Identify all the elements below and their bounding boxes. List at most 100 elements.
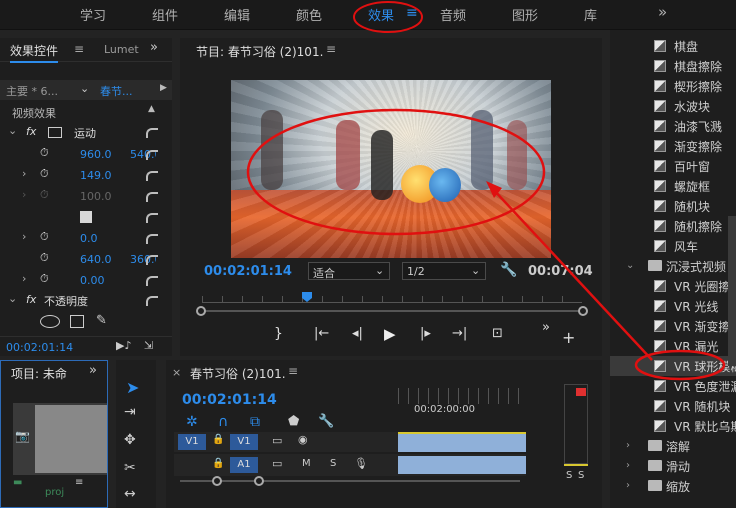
collapse-icon[interactable]: ▲ <box>148 104 155 114</box>
effect-item[interactable]: VR 漏光 <box>610 336 736 356</box>
slip-tool-icon[interactable]: ↔ <box>124 486 136 502</box>
stopwatch-icon[interactable]: ⏱ <box>40 272 49 286</box>
play-only-audio-icon[interactable]: ▶♪ <box>116 339 131 352</box>
expand-icon[interactable]: » <box>150 40 158 55</box>
workspace-tab-effects[interactable]: 效果 <box>368 5 394 24</box>
workspace-tab-audio[interactable]: 音频 <box>440 5 466 24</box>
reset-icon[interactable] <box>146 213 158 223</box>
antiflicker-value[interactable]: 0.00 <box>80 274 105 287</box>
stopwatch-icon[interactable]: ⏱ <box>40 146 49 160</box>
more-workspaces-icon[interactable]: » <box>658 3 667 21</box>
uniform-scale-checkbox[interactable] <box>80 211 92 223</box>
effect-item[interactable]: 百叶窗 <box>610 156 736 176</box>
project-title[interactable]: 项目: 未命 <box>11 365 67 382</box>
reset-icon[interactable] <box>146 192 158 202</box>
add-button-icon[interactable]: + <box>562 328 575 347</box>
a1-track-target[interactable]: A1 <box>230 457 258 473</box>
transform-box-icon[interactable] <box>48 127 62 138</box>
track-select-tool-icon[interactable]: ⇥ <box>124 404 136 420</box>
expand-chevron-icon[interactable]: ⌄ <box>8 292 17 305</box>
reset-icon[interactable] <box>146 171 158 181</box>
panel-menu-icon[interactable]: ≡ <box>288 364 298 378</box>
fx-icon[interactable]: fx <box>26 125 36 138</box>
timeline-zoom-bar[interactable] <box>176 476 526 486</box>
chevron-right-icon[interactable]: › <box>626 440 630 451</box>
go-to-out-icon[interactable]: →| <box>452 326 467 341</box>
effect-item[interactable]: 风车 <box>610 236 736 256</box>
workspace-tab-assembly[interactable]: 组件 <box>152 5 178 24</box>
panel-menu-icon[interactable]: ≡ <box>74 42 84 56</box>
stopwatch-icon[interactable]: ⏱ <box>40 251 49 265</box>
ripple-edit-tool-icon[interactable]: ✥ <box>124 432 136 448</box>
fx-icon[interactable]: fx <box>26 293 36 306</box>
selection-tool-icon[interactable]: ➤ <box>126 378 139 397</box>
effect-item[interactable]: VR 光线 <box>610 296 736 316</box>
folder-item[interactable]: › 缩放 <box>610 476 736 496</box>
wrench-icon[interactable]: 🔧 <box>318 414 334 429</box>
reset-icon[interactable] <box>146 234 158 244</box>
effect-item[interactable]: VR 光圈擦除 <box>610 276 736 296</box>
effect-item[interactable]: VR 色度泄漏 <box>610 376 736 396</box>
zoom-handle-right[interactable] <box>254 476 264 486</box>
more-controls-icon[interactable]: » <box>542 320 550 335</box>
mark-out-icon[interactable]: } <box>274 326 283 342</box>
timeline-timecode[interactable]: 00:02:01:14 <box>182 392 277 408</box>
project-item-label[interactable]: proj <box>45 487 64 498</box>
opacity-effect-row[interactable]: ⌄ fx 不透明度 <box>0 290 172 311</box>
zoom-bar[interactable] <box>196 306 588 316</box>
zoom-handle-right[interactable] <box>578 306 588 316</box>
effect-item[interactable]: 螺旋框 <box>610 176 736 196</box>
resolution-select[interactable]: 1/2 ⌄ <box>402 262 486 280</box>
workspace-tab-learn[interactable]: 学习 <box>80 5 106 24</box>
play-icon[interactable]: ▶ <box>384 325 396 343</box>
export-icon[interactable]: ⇲ <box>144 339 153 352</box>
program-current-timecode[interactable]: 00:02:01:14 <box>204 264 292 279</box>
microphone-icon[interactable]: 🎙 <box>354 457 368 470</box>
effect-item[interactable]: 棋盘擦除 <box>610 56 736 76</box>
rotation-value[interactable]: 0.0 <box>80 232 98 245</box>
lock-icon[interactable]: 🔒 <box>212 458 224 469</box>
workspace-tab-libraries[interactable]: 库 <box>584 5 597 24</box>
effect-item[interactable]: VR 渐变擦除 <box>610 316 736 336</box>
solo-right-button[interactable]: S <box>578 470 584 481</box>
workspace-tab-color[interactable]: 颜色 <box>296 5 322 24</box>
effect-item[interactable]: 随机擦除 <box>610 216 736 236</box>
effect-item[interactable]: VR 随机块 <box>610 396 736 416</box>
mute-button[interactable]: M <box>302 458 311 469</box>
stopwatch-icon[interactable]: ⏱ <box>40 230 49 244</box>
go-to-in-icon[interactable]: |← <box>314 326 329 341</box>
fit-select[interactable]: 适合 ⌄ <box>308 262 390 280</box>
reset-icon[interactable] <box>146 128 158 138</box>
anchor-x-value[interactable]: 640.0 <box>80 253 112 266</box>
step-back-icon[interactable]: ◂| <box>352 326 363 341</box>
camera-icon[interactable]: ▭ <box>272 457 282 470</box>
sequence-title[interactable]: 春节习俗 (2)101. <box>190 365 286 382</box>
effects-scrollbar[interactable] <box>728 216 736 366</box>
reset-icon[interactable] <box>146 150 158 160</box>
play-triangle-icon[interactable]: ▶ <box>160 83 167 93</box>
ellipse-mask-icon[interactable] <box>40 315 60 328</box>
hamburger-icon[interactable]: ≡ <box>406 5 418 21</box>
workspace-tab-editing[interactable]: 编辑 <box>224 5 250 24</box>
chevron-right-icon[interactable]: › <box>626 460 630 471</box>
effect-item[interactable]: VR 球形模糊 <box>610 356 736 376</box>
effect-item[interactable]: 楔形擦除 <box>610 76 736 96</box>
list-view-icon[interactable]: ▬ <box>13 477 22 488</box>
expand-icon[interactable]: » <box>89 363 97 378</box>
reset-icon[interactable] <box>146 296 158 306</box>
rectangle-mask-icon[interactable] <box>70 315 84 328</box>
scale-value[interactable]: 149.0 <box>80 169 112 182</box>
snap-icon[interactable]: ✲ <box>186 414 198 430</box>
v1-track-target[interactable]: V1 <box>230 434 258 450</box>
effect-item[interactable]: 棋盘 <box>610 36 736 56</box>
chevron-right-icon[interactable]: › <box>626 480 630 491</box>
linked-selection-icon[interactable]: ⧉ <box>250 414 260 430</box>
folder-item[interactable]: › 滑动 <box>610 456 736 476</box>
effect-item[interactable]: 油漆飞溅 <box>610 116 736 136</box>
stopwatch-icon[interactable]: ⏱ <box>40 167 49 181</box>
clip-label[interactable]: 春节... <box>100 83 133 99</box>
effect-item[interactable]: 随机块 <box>610 196 736 216</box>
expand-chevron-icon[interactable]: › <box>22 167 26 180</box>
close-icon[interactable]: × <box>172 366 181 379</box>
export-frame-icon[interactable]: ⊡ <box>492 326 503 341</box>
